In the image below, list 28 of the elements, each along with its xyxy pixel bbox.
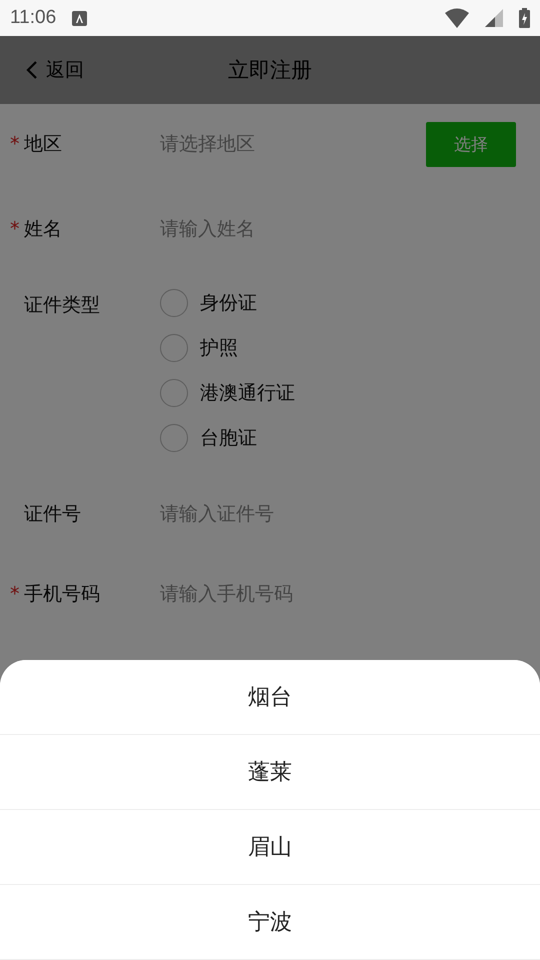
radio-button[interactable]	[160, 424, 188, 452]
city-option[interactable]: 烟台	[0, 660, 540, 735]
radio-label: 港澳通行证	[200, 381, 295, 406]
keyboard-icon	[72, 10, 88, 26]
status-time: 11:06	[10, 7, 56, 29]
input-field[interactable]: 请输入证件号	[160, 503, 516, 525]
required-mark: *	[10, 583, 20, 605]
field-label: 证件类型	[24, 293, 101, 318]
radio-label: 台胞证	[200, 426, 257, 451]
signal-icon	[485, 9, 503, 27]
radio-button[interactable]	[160, 289, 188, 317]
field-label: 地区	[24, 132, 63, 157]
wifi-icon	[445, 8, 469, 28]
chevron-left-icon	[26, 60, 38, 80]
radio-label: 护照	[200, 336, 238, 361]
input-field[interactable]: 请选择地区	[160, 133, 426, 155]
input-field[interactable]: 请输入姓名	[160, 218, 516, 240]
input-field[interactable]: 请输入手机号码	[160, 583, 516, 605]
radio-button[interactable]	[160, 379, 188, 407]
field-label: 手机号码	[24, 582, 101, 607]
field-label: 证件号	[24, 502, 82, 527]
battery-icon	[519, 8, 530, 28]
radio-button[interactable]	[160, 334, 188, 362]
required-mark: *	[10, 133, 20, 155]
required-mark: *	[10, 218, 20, 240]
radio-label: 身份证	[200, 291, 257, 316]
page-title: 立即注册	[228, 57, 312, 84]
field-label: 姓名	[24, 217, 63, 242]
